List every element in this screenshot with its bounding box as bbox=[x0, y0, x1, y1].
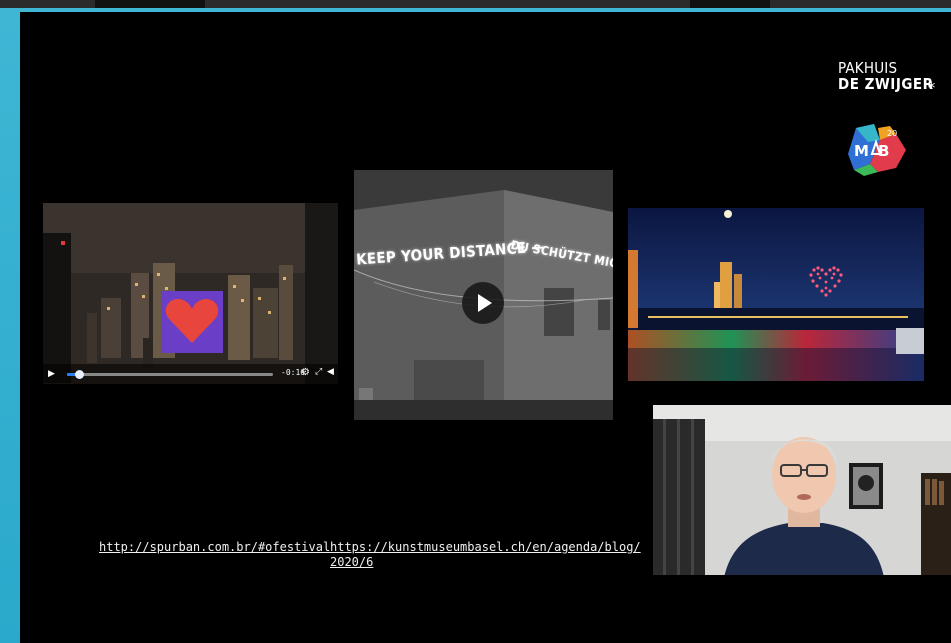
link-spurban[interactable]: http://spurban.com.br/#ofestival bbox=[99, 540, 330, 555]
play-button[interactable] bbox=[462, 282, 504, 324]
keep-your-distance-video[interactable]: KEEP YOUR DISTANCE — DU SCHÜTZT MICH bbox=[354, 170, 613, 420]
heart-projection-video[interactable]: ▶ -0:16 ⚙ ⤢ ◀ bbox=[43, 203, 338, 384]
speaker-webcam-feed bbox=[653, 405, 951, 583]
drone-heart-photo bbox=[628, 208, 924, 381]
thumbnail bbox=[95, 0, 205, 8]
link-kunstmuseum-line2[interactable]: 2020/6 bbox=[330, 555, 641, 570]
top-thumbnail-strip bbox=[0, 0, 951, 8]
video-controls: ▶ -0:16 ⚙ ⤢ ◀ bbox=[43, 364, 338, 384]
mab-m-letter: M bbox=[854, 142, 869, 160]
video-scrubber-handle[interactable] bbox=[75, 370, 84, 379]
city-night-scene bbox=[43, 203, 338, 384]
video-progress-bar[interactable] bbox=[67, 370, 273, 379]
mab-year: 20 bbox=[887, 129, 897, 138]
fullscreen-icon[interactable]: ⤢ bbox=[315, 367, 322, 377]
webcam-scene bbox=[653, 405, 951, 583]
settings-icon[interactable]: ⚙ bbox=[301, 367, 310, 378]
volume-icon[interactable]: ◀ bbox=[327, 367, 334, 377]
presentation-slide: PAKHUIS DE ZWIJGER * M B 20 ▶ -0:16 ⚙ ⤢ … bbox=[20, 12, 951, 643]
link-kunstmuseum-basel[interactable]: https://kunstmuseumbasel.ch/en/agenda/bl… bbox=[330, 540, 641, 570]
thumbnail bbox=[690, 0, 770, 8]
mab-logo: M B 20 bbox=[840, 120, 910, 176]
video-progress-fill bbox=[67, 373, 75, 376]
pakhuis-de-zwijger-logo: PAKHUIS DE ZWIJGER * bbox=[838, 59, 936, 97]
link-kunstmuseum-line1[interactable]: https://kunstmuseumbasel.ch/en/agenda/bl… bbox=[330, 540, 641, 555]
harbor-night-scene bbox=[628, 208, 924, 381]
play-icon[interactable]: ▶ bbox=[48, 369, 55, 379]
